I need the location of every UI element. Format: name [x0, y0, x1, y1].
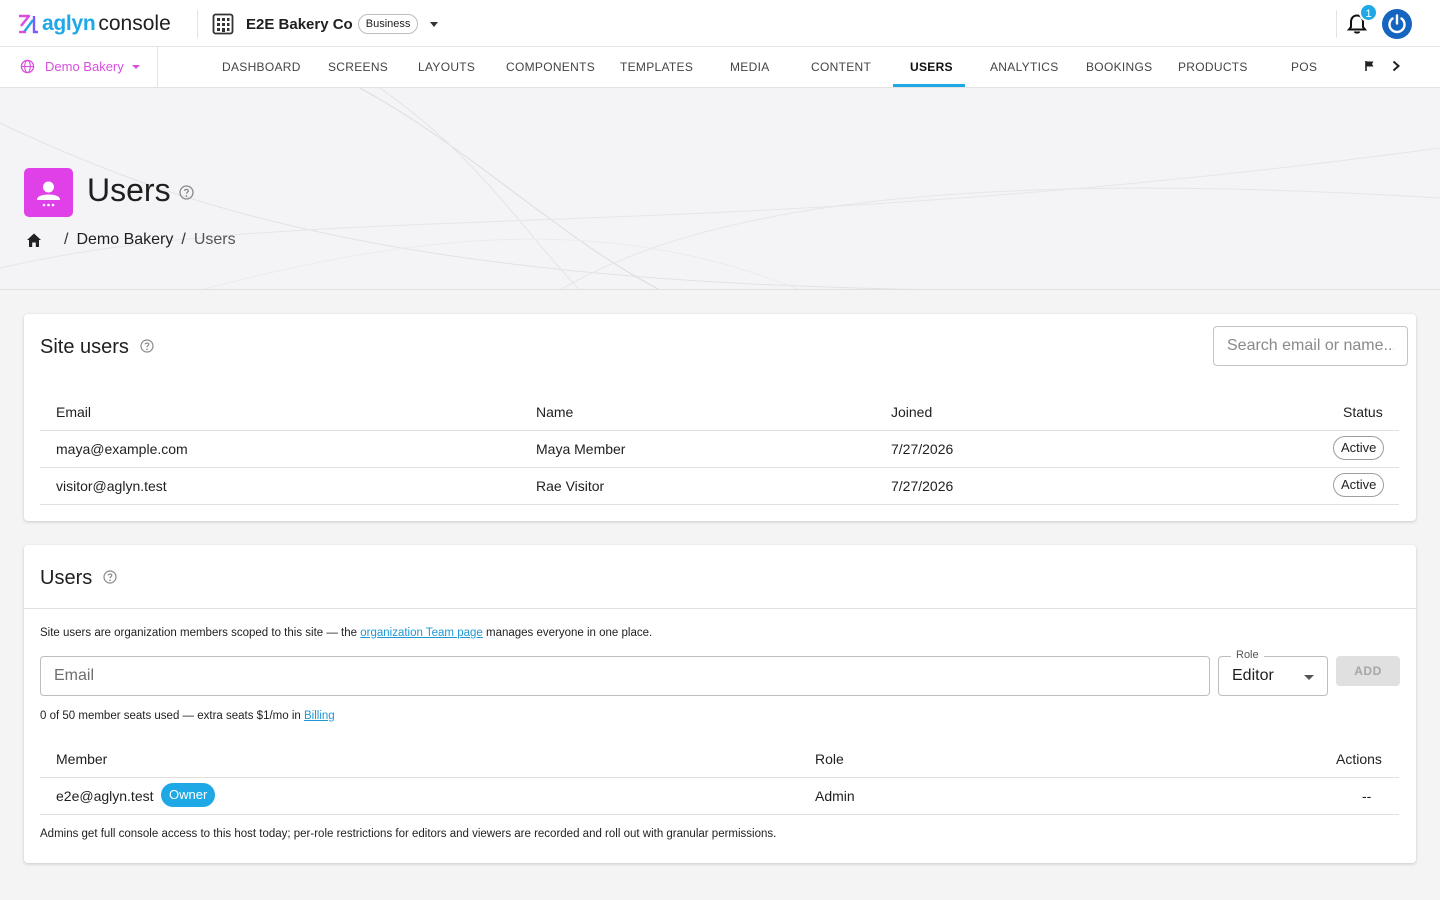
- status-badge: Active: [1333, 473, 1385, 497]
- caret-down-icon: [131, 64, 140, 69]
- caret-down-icon: [1304, 675, 1314, 680]
- card-divider: [24, 608, 1416, 609]
- tab-media[interactable]: MEDIA: [730, 47, 770, 87]
- cell-joined: 7/27/2026: [891, 441, 954, 457]
- column-header-member[interactable]: Member: [56, 751, 107, 767]
- divider: [157, 47, 158, 87]
- logo-brand-text: aglyn: [42, 12, 96, 35]
- help-icon[interactable]: [103, 570, 117, 584]
- column-header-joined[interactable]: Joined: [891, 404, 932, 420]
- building-icon: [212, 13, 234, 35]
- users-page-icon: [24, 168, 73, 217]
- members-card: Users Site users are organization member…: [24, 545, 1416, 863]
- tab-components[interactable]: COMPONENTS: [506, 47, 595, 87]
- user-badge-icon: [37, 181, 60, 207]
- seats-usage-text: 0 of 50 member seats used — extra seats …: [40, 710, 335, 722]
- tab-content[interactable]: CONTENT: [811, 47, 871, 87]
- notification-count-badge: 1: [1359, 3, 1378, 22]
- table-divider: [40, 504, 1399, 505]
- divider: [1336, 10, 1337, 38]
- search-input[interactable]: [1213, 326, 1408, 366]
- page-header: Users / Demo Bakery / Users: [0, 88, 1440, 290]
- breadcrumb-separator: /: [181, 231, 186, 248]
- column-header-email[interactable]: Email: [56, 404, 91, 420]
- page-title: Users: [87, 172, 171, 208]
- cell-email: maya@example.com: [56, 441, 188, 457]
- column-header-role[interactable]: Role: [815, 751, 844, 767]
- chevron-right-icon[interactable]: [1390, 59, 1402, 73]
- organization-team-link[interactable]: organization Team page: [360, 627, 483, 639]
- column-header-status[interactable]: Status: [1343, 404, 1383, 420]
- logo-mark-icon: [19, 14, 38, 34]
- info-text-prefix: Site users are organization members scop…: [40, 627, 361, 639]
- cell-role: Admin: [815, 788, 855, 804]
- cell-joined: 7/27/2026: [891, 478, 954, 494]
- table-divider: [40, 777, 1399, 778]
- members-info-text: Site users are organization members scop…: [40, 627, 652, 639]
- tab-bookings[interactable]: BOOKINGS: [1086, 47, 1152, 87]
- cell-name: Maya Member: [536, 441, 626, 457]
- help-icon[interactable]: [179, 185, 194, 200]
- home-icon[interactable]: [26, 232, 42, 248]
- org-name: E2E Bakery Co: [246, 15, 353, 33]
- active-tab-indicator: [893, 84, 965, 87]
- table-divider: [40, 467, 1399, 468]
- info-text-suffix: manages everyone in one place.: [482, 627, 653, 639]
- tab-analytics[interactable]: ANALYTICS: [990, 47, 1059, 87]
- site-selector[interactable]: Demo Bakery: [20, 59, 140, 74]
- org-switcher[interactable]: E2E Bakery Co Business: [212, 11, 439, 37]
- cell-name: Rae Visitor: [536, 478, 605, 494]
- cell-actions: --: [1362, 788, 1372, 804]
- site-users-card: Site users Email Name Joined Status maya…: [24, 314, 1416, 521]
- cell-email: visitor@aglyn.test: [56, 478, 167, 494]
- power-icon: [1388, 14, 1406, 34]
- column-header-actions: Actions: [1336, 751, 1382, 767]
- seats-text-prefix: 0 of 50 member seats used — extra seats …: [40, 710, 304, 722]
- tab-screens[interactable]: SCREENS: [328, 47, 388, 87]
- tab-products[interactable]: PRODUCTS: [1178, 47, 1248, 87]
- app-logo[interactable]: aglyn console: [17, 11, 171, 37]
- email-field[interactable]: [40, 656, 1210, 696]
- divider: [197, 10, 198, 38]
- tab-layouts[interactable]: LAYOUTS: [418, 47, 475, 87]
- role-select-label: Role: [1231, 649, 1264, 661]
- members-title: Users: [40, 567, 93, 589]
- table-divider: [40, 430, 1399, 431]
- site-users-title: Site users: [40, 336, 129, 358]
- column-header-name[interactable]: Name: [536, 404, 573, 420]
- tab-templates[interactable]: TEMPLATES: [620, 47, 693, 87]
- breadcrumb: / Demo Bakery / Users: [26, 231, 236, 249]
- role-select-value: Editor: [1232, 667, 1274, 684]
- add-member-button[interactable]: ADD: [1336, 656, 1400, 686]
- breadcrumb-separator: /: [64, 231, 69, 248]
- permissions-footnote: Admins get full console access to this h…: [40, 828, 777, 840]
- status-badge: Active: [1333, 436, 1385, 460]
- tab-pos[interactable]: POS: [1291, 47, 1317, 87]
- owner-badge: Owner: [161, 783, 216, 807]
- plan-badge: Business: [357, 14, 419, 34]
- breadcrumb-site[interactable]: Demo Bakery: [76, 231, 173, 249]
- role-select[interactable]: Editor: [1218, 656, 1328, 696]
- breadcrumb-current: Users: [193, 231, 236, 248]
- help-icon[interactable]: [140, 339, 154, 353]
- nav-bar: Demo Bakery DASHBOARD SCREENS LAYOUTS CO…: [0, 47, 1440, 88]
- globe-icon: [20, 59, 35, 74]
- site-selector-label: Demo Bakery: [45, 59, 124, 74]
- tab-users[interactable]: USERS: [910, 47, 953, 87]
- table-divider: [40, 814, 1399, 815]
- cell-member-email: e2e@aglyn.test: [56, 788, 154, 804]
- decorative-curves: [0, 88, 1440, 289]
- tab-dashboard[interactable]: DASHBOARD: [222, 47, 301, 87]
- top-bar: aglyn console E2E Bakery Co Business 1: [0, 0, 1440, 47]
- billing-link[interactable]: Billing: [304, 710, 335, 722]
- logo-product-text: console: [98, 12, 171, 35]
- caret-down-icon: [430, 21, 439, 27]
- account-button[interactable]: [1382, 9, 1412, 39]
- flag-icon[interactable]: [1364, 60, 1376, 72]
